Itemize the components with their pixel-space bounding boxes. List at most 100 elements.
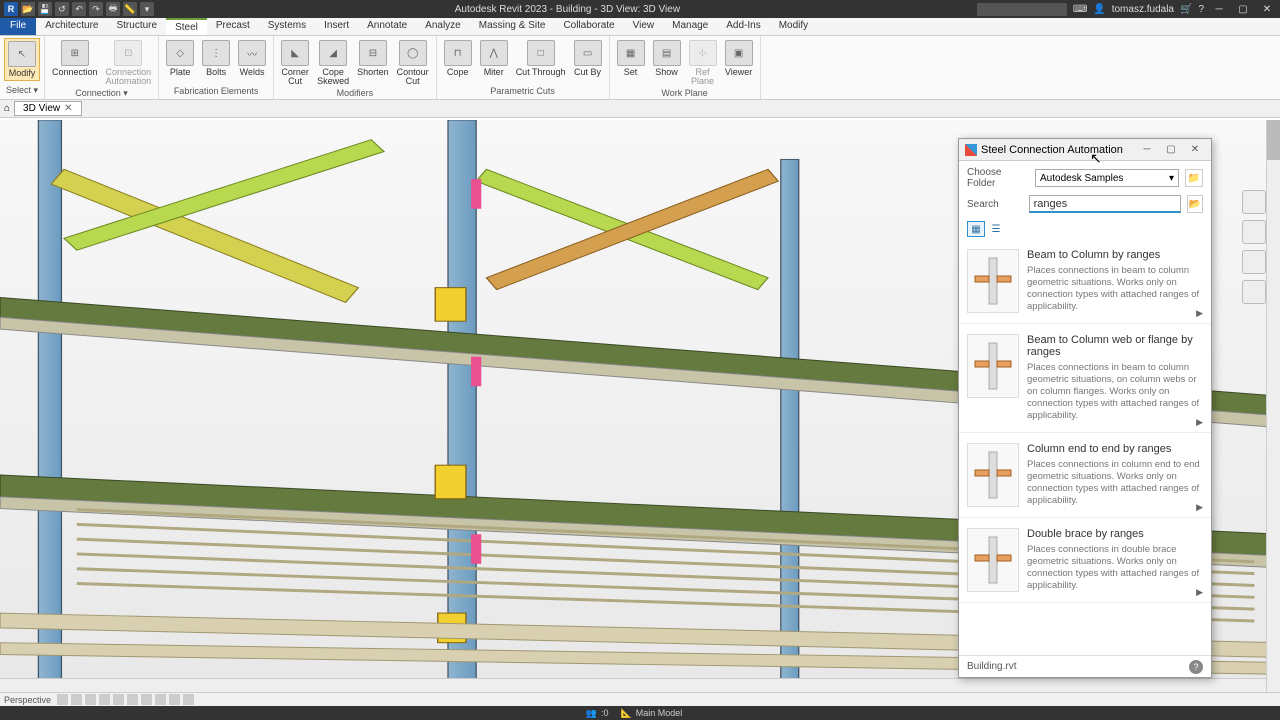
result-item[interactable]: Beam to Column by ranges Places connecti… <box>959 239 1211 324</box>
ribbon-label: Connection <box>52 68 98 77</box>
sun-path-icon[interactable] <box>85 694 96 705</box>
file-menu[interactable]: File <box>0 18 36 35</box>
lock-3d-icon[interactable] <box>155 694 166 705</box>
ribbon-corner-cut-button[interactable]: ◣CornerCut <box>278 38 312 88</box>
ribbon-contour-cut-button[interactable]: ◯ContourCut <box>394 38 432 88</box>
play-icon[interactable]: ▶ <box>1196 502 1203 513</box>
tab-manage[interactable]: Manage <box>663 18 717 35</box>
panel-help-button[interactable]: ? <box>1189 660 1203 674</box>
ribbon-connection-button[interactable]: ⊞Connection <box>49 38 101 79</box>
ribbon-modify-button[interactable]: ↖Modify <box>4 38 40 81</box>
minimize-button[interactable]: ─ <box>1210 4 1228 15</box>
tab-systems[interactable]: Systems <box>259 18 315 35</box>
revit-logo-icon[interactable]: R <box>4 2 18 16</box>
view-tab-3d[interactable]: 3D View ✕ <box>14 101 81 116</box>
ribbon-welds-button[interactable]: 〰Welds <box>235 38 269 79</box>
tab-precast[interactable]: Precast <box>207 18 259 35</box>
ribbon-connection-automation-button[interactable]: ⊡ConnectionAutomation <box>103 38 155 88</box>
results-list[interactable]: Beam to Column by ranges Places connecti… <box>959 239 1211 655</box>
cart-icon[interactable]: 🛒 <box>1180 4 1192 15</box>
tab-view[interactable]: View <box>624 18 664 35</box>
home-icon[interactable]: ⌂ <box>4 103 10 114</box>
tab-addins[interactable]: Add-Ins <box>717 18 769 35</box>
panel-footer: Building.rvt ? <box>959 655 1211 677</box>
list-view-toggle[interactable]: ☰ <box>987 221 1005 237</box>
shadows-icon[interactable] <box>99 694 110 705</box>
browse-folder-button[interactable]: 📁 <box>1185 169 1203 187</box>
play-icon[interactable]: ▶ <box>1196 417 1203 428</box>
search-input[interactable] <box>1029 195 1181 213</box>
maximize-button[interactable]: ▢ <box>1234 4 1252 15</box>
choose-folder-value: Autodesk Samples <box>1040 173 1123 184</box>
ribbon-label: CornerCut <box>281 68 309 86</box>
ribbon-icon: ◇ <box>166 40 194 66</box>
close-button[interactable]: ✕ <box>1258 4 1276 15</box>
result-item[interactable]: Double brace by ranges Places connection… <box>959 518 1211 603</box>
panel-close-button[interactable]: ✕ <box>1185 144 1205 155</box>
ribbon-show-button[interactable]: ▤Show <box>650 38 684 79</box>
ribbon-icon: ◢ <box>319 40 347 66</box>
ribbon-viewer-button[interactable]: ▣Viewer <box>722 38 756 79</box>
reveal-hidden-icon[interactable] <box>183 694 194 705</box>
grid-view-toggle[interactable]: ▦ <box>967 221 985 237</box>
ribbon-miter-button[interactable]: ⋀Miter <box>477 38 511 79</box>
model-icon[interactable]: 📐 <box>620 708 631 719</box>
user-name[interactable]: tomasz.fudala <box>1112 4 1174 15</box>
nav-orbit-icon[interactable] <box>1242 280 1266 304</box>
crop-view-icon[interactable] <box>127 694 138 705</box>
tab-annotate[interactable]: Annotate <box>358 18 416 35</box>
detail-level-icon[interactable] <box>57 694 68 705</box>
nav-zoom-icon[interactable] <box>1242 250 1266 274</box>
redo-icon[interactable]: ↷ <box>89 2 103 16</box>
hide-isolate-icon[interactable] <box>169 694 180 705</box>
crop-region-icon[interactable] <box>141 694 152 705</box>
open-icon[interactable]: 📂 <box>21 2 35 16</box>
titlebar-search-input[interactable] <box>977 3 1067 16</box>
play-icon[interactable]: ▶ <box>1196 308 1203 319</box>
worksets-icon[interactable]: 👥 <box>586 708 597 719</box>
tab-architecture[interactable]: Architecture <box>36 18 107 35</box>
help-icon[interactable]: ? <box>1198 4 1204 15</box>
ribbon-plate-button[interactable]: ◇Plate <box>163 38 197 79</box>
result-item[interactable]: Column end to end by ranges Places conne… <box>959 433 1211 518</box>
rendering-icon[interactable] <box>113 694 124 705</box>
close-view-icon[interactable]: ✕ <box>64 103 72 114</box>
measure-icon[interactable]: 📏 <box>123 2 137 16</box>
vertical-scrollbar[interactable] <box>1266 120 1280 692</box>
keyboard-icon[interactable]: ⌨ <box>1073 4 1087 15</box>
ribbon-cope-button[interactable]: ⊓Cope <box>441 38 475 79</box>
tab-massing[interactable]: Massing & Site <box>470 18 555 35</box>
tab-steel[interactable]: Steel <box>166 18 207 35</box>
ribbon-shorten-button[interactable]: ⊟Shorten <box>354 38 392 79</box>
tab-structure[interactable]: Structure <box>107 18 166 35</box>
tab-modify[interactable]: Modify <box>770 18 817 35</box>
tab-analyze[interactable]: Analyze <box>416 18 470 35</box>
panel-maximize-button[interactable]: ▢ <box>1161 144 1181 155</box>
ribbon-cope-skewed-button[interactable]: ◢CopeSkewed <box>314 38 352 88</box>
visual-style-icon[interactable] <box>71 694 82 705</box>
user-icon[interactable]: 👤 <box>1093 4 1105 15</box>
ribbon-cut-through-button[interactable]: □Cut Through <box>513 38 569 79</box>
ribbon-bolts-button[interactable]: ⋮Bolts <box>199 38 233 79</box>
panel-titlebar[interactable]: Steel Connection Automation ─ ▢ ✕ <box>959 139 1211 161</box>
qat-more-icon[interactable]: ▾ <box>140 2 154 16</box>
ribbon-label: Show <box>655 68 678 77</box>
ribbon-ref-plane-button[interactable]: ⊹RefPlane <box>686 38 720 88</box>
save-icon[interactable]: 💾 <box>38 2 52 16</box>
open-file-button[interactable]: 📂 <box>1187 195 1203 213</box>
result-item[interactable]: Beam to Column web or flange by ranges P… <box>959 324 1211 433</box>
horizontal-scrollbar[interactable] <box>0 678 1266 692</box>
ribbon-set-button[interactable]: ▦Set <box>614 38 648 79</box>
panel-minimize-button[interactable]: ─ <box>1137 144 1157 155</box>
nav-pan-icon[interactable] <box>1242 220 1266 244</box>
tab-collaborate[interactable]: Collaborate <box>554 18 623 35</box>
print-icon[interactable]: 🖶 <box>106 2 120 16</box>
sync-icon[interactable]: ↺ <box>55 2 69 16</box>
undo-icon[interactable]: ↶ <box>72 2 86 16</box>
ribbon-cut-by-button[interactable]: ▭Cut By <box>571 38 605 79</box>
tab-insert[interactable]: Insert <box>315 18 358 35</box>
nav-wheel-icon[interactable] <box>1242 190 1266 214</box>
main-model-dropdown[interactable]: Main Model <box>636 708 683 718</box>
choose-folder-dropdown[interactable]: Autodesk Samples ▾ <box>1035 169 1179 187</box>
play-icon[interactable]: ▶ <box>1196 587 1203 598</box>
